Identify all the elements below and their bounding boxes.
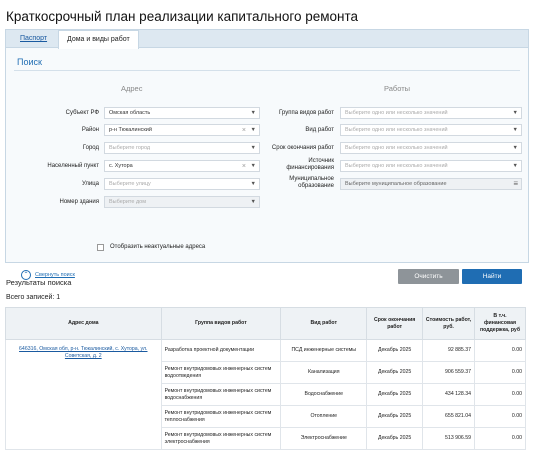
menu-icon[interactable]: ≡ [513,179,518,189]
district-select[interactable]: р-н Тюкалинский × ▼ [104,124,260,136]
city-label: Город [82,145,99,151]
settlement-label: Населенный пункт [47,163,99,169]
settlement-select[interactable]: с. Хутора × ▼ [104,160,260,172]
municipality-placeholder: Выберите муниципальное образование [345,181,447,187]
municipality-select[interactable]: Выберите муниципальное образование ≡ [340,178,522,190]
chevron-down-icon[interactable]: ▼ [251,143,256,153]
table-header-row: Адрес дома Группа видов работ Вид работ … [5,307,526,340]
search-title: Поиск [17,57,42,67]
support-cell: 0.00 [474,361,526,384]
work-group-cell: Ремонт внутридомовых инженерных систем в… [160,383,282,406]
end-date-select[interactable]: Выберите одно или несколько значений ▼ [340,142,522,154]
street-label: Улица [81,181,99,187]
works-section-header: Работы [384,84,411,93]
district-label: Район [81,127,99,133]
chevron-down-icon[interactable]: ▼ [513,161,518,171]
total-records: Всего записей: 1 [6,294,61,301]
column-header: Стоимость работ, руб. [422,307,476,340]
work-type-cell: Электроснабжение [280,427,368,450]
work-group-cell: Ремонт внутридомовых инженерных систем э… [160,427,282,450]
results-table: Адрес дома Группа видов работ Вид работ … [5,307,526,450]
chevron-down-icon[interactable]: ▼ [251,108,256,118]
work-type-label: Вид работ [305,127,334,133]
results-title: Результаты поиска [6,278,72,287]
column-header: Адрес дома [5,307,162,340]
support-cell: 0.00 [474,339,526,362]
page-title: Краткосрочный план реализации капитально… [6,9,359,24]
work-group-placeholder: Выберите одно или несколько значений [345,110,448,116]
funding-label: Источник финансирования [286,158,334,171]
subject-value: Омская область [109,110,151,116]
tab-passport[interactable]: Паспорт [12,30,55,48]
chevron-down-icon[interactable]: ▼ [251,161,256,171]
tab-houses-and-works[interactable]: Дома и виды работ [58,30,139,49]
work-group-label: Группа видов работ [279,110,334,116]
street-select[interactable]: Выберите улицу ▼ [104,178,260,190]
cost-cell: 906 559.37 [422,361,476,384]
chevron-down-icon[interactable]: ▼ [513,108,518,118]
search-panel: Паспорт Дома и виды работ Поиск Адрес Ра… [5,29,529,284]
building-select[interactable]: Выберите дом ▼ [104,196,260,208]
settlement-value: с. Хутора [109,163,133,169]
term-cell: Декабрь 2025 [366,383,424,406]
chevron-down-icon[interactable]: ▼ [513,125,518,135]
term-cell: Декабрь 2025 [366,427,424,450]
subject-select[interactable]: Омская область ▼ [104,107,260,119]
divider [14,70,520,71]
close-icon[interactable]: × [242,161,246,171]
work-group-cell: Разработка проектной документации [160,339,282,362]
term-cell: Декабрь 2025 [366,405,424,428]
municipality-label: Муниципальное образование [289,176,334,189]
cost-cell: 655 821.04 [422,405,476,428]
work-type-cell: Водоснабжение [280,383,368,406]
clear-button[interactable]: Очистить [398,269,459,284]
city-select[interactable]: Выберите город ▼ [104,142,260,154]
work-type-cell: Канализация [280,361,368,384]
chevron-down-icon[interactable]: ▼ [251,179,256,189]
house-address-link[interactable]: 646316, Омская обл, р-н. Тюкалинский, с.… [5,339,162,450]
work-group-select[interactable]: Выберите одно или несколько значений ▼ [340,107,522,119]
support-cell: 0.00 [474,405,526,428]
inactive-addresses-label: Отобразить неактуальные адреса [110,244,206,250]
building-label: Номер здания [59,199,99,205]
close-icon[interactable]: × [242,125,246,135]
term-cell: Декабрь 2025 [366,361,424,384]
building-placeholder: Выберите дом [109,199,146,205]
address-section-header: Адрес [121,84,143,93]
work-group-cell: Ремонт внутридомовых инженерных систем в… [160,361,282,384]
cost-cell: 513 906.59 [422,427,476,450]
cost-cell: 92 885.37 [422,339,476,362]
district-value: р-н Тюкалинский [109,127,152,133]
column-header: Вид работ [280,307,368,340]
chevron-down-icon[interactable]: ▼ [251,197,256,207]
term-cell: Декабрь 2025 [366,339,424,362]
work-type-cell: ПСД инженерные системы [280,339,368,362]
work-type-placeholder: Выберите одно или несколько значений [345,127,448,133]
tab-bar: Паспорт Дома и виды работ [6,30,528,49]
support-cell: 0.00 [474,383,526,406]
city-placeholder: Выберите город [109,145,151,151]
subject-label: Субъект РФ [65,110,99,116]
chevron-down-icon[interactable]: ▼ [513,143,518,153]
funding-placeholder: Выберите одно или несколько значений [345,163,448,169]
column-header: Группа видов работ [160,307,282,340]
end-date-label: Срок окончания работ [271,145,334,151]
column-header: В т.ч. финансовая поддержка, руб [474,307,526,340]
street-placeholder: Выберите улицу [109,181,151,187]
support-cell: 0.00 [474,427,526,450]
column-header: Срок окончания работ [366,307,424,340]
table-row: 646316, Омская обл, р-н. Тюкалинский, с.… [5,339,526,450]
work-type-select[interactable]: Выберите одно или несколько значений ▼ [340,124,522,136]
cost-cell: 434 128.34 [422,383,476,406]
chevron-down-icon[interactable]: ▼ [251,125,256,135]
inactive-addresses-checkbox[interactable] [97,244,104,251]
find-button[interactable]: Найти [462,269,522,284]
funding-select[interactable]: Выберите одно или несколько значений ▼ [340,160,522,172]
work-type-cell: Отопление [280,405,368,428]
end-date-placeholder: Выберите одно или несколько значений [345,145,448,151]
work-group-cell: Ремонт внутридомовых инженерных систем т… [160,405,282,428]
